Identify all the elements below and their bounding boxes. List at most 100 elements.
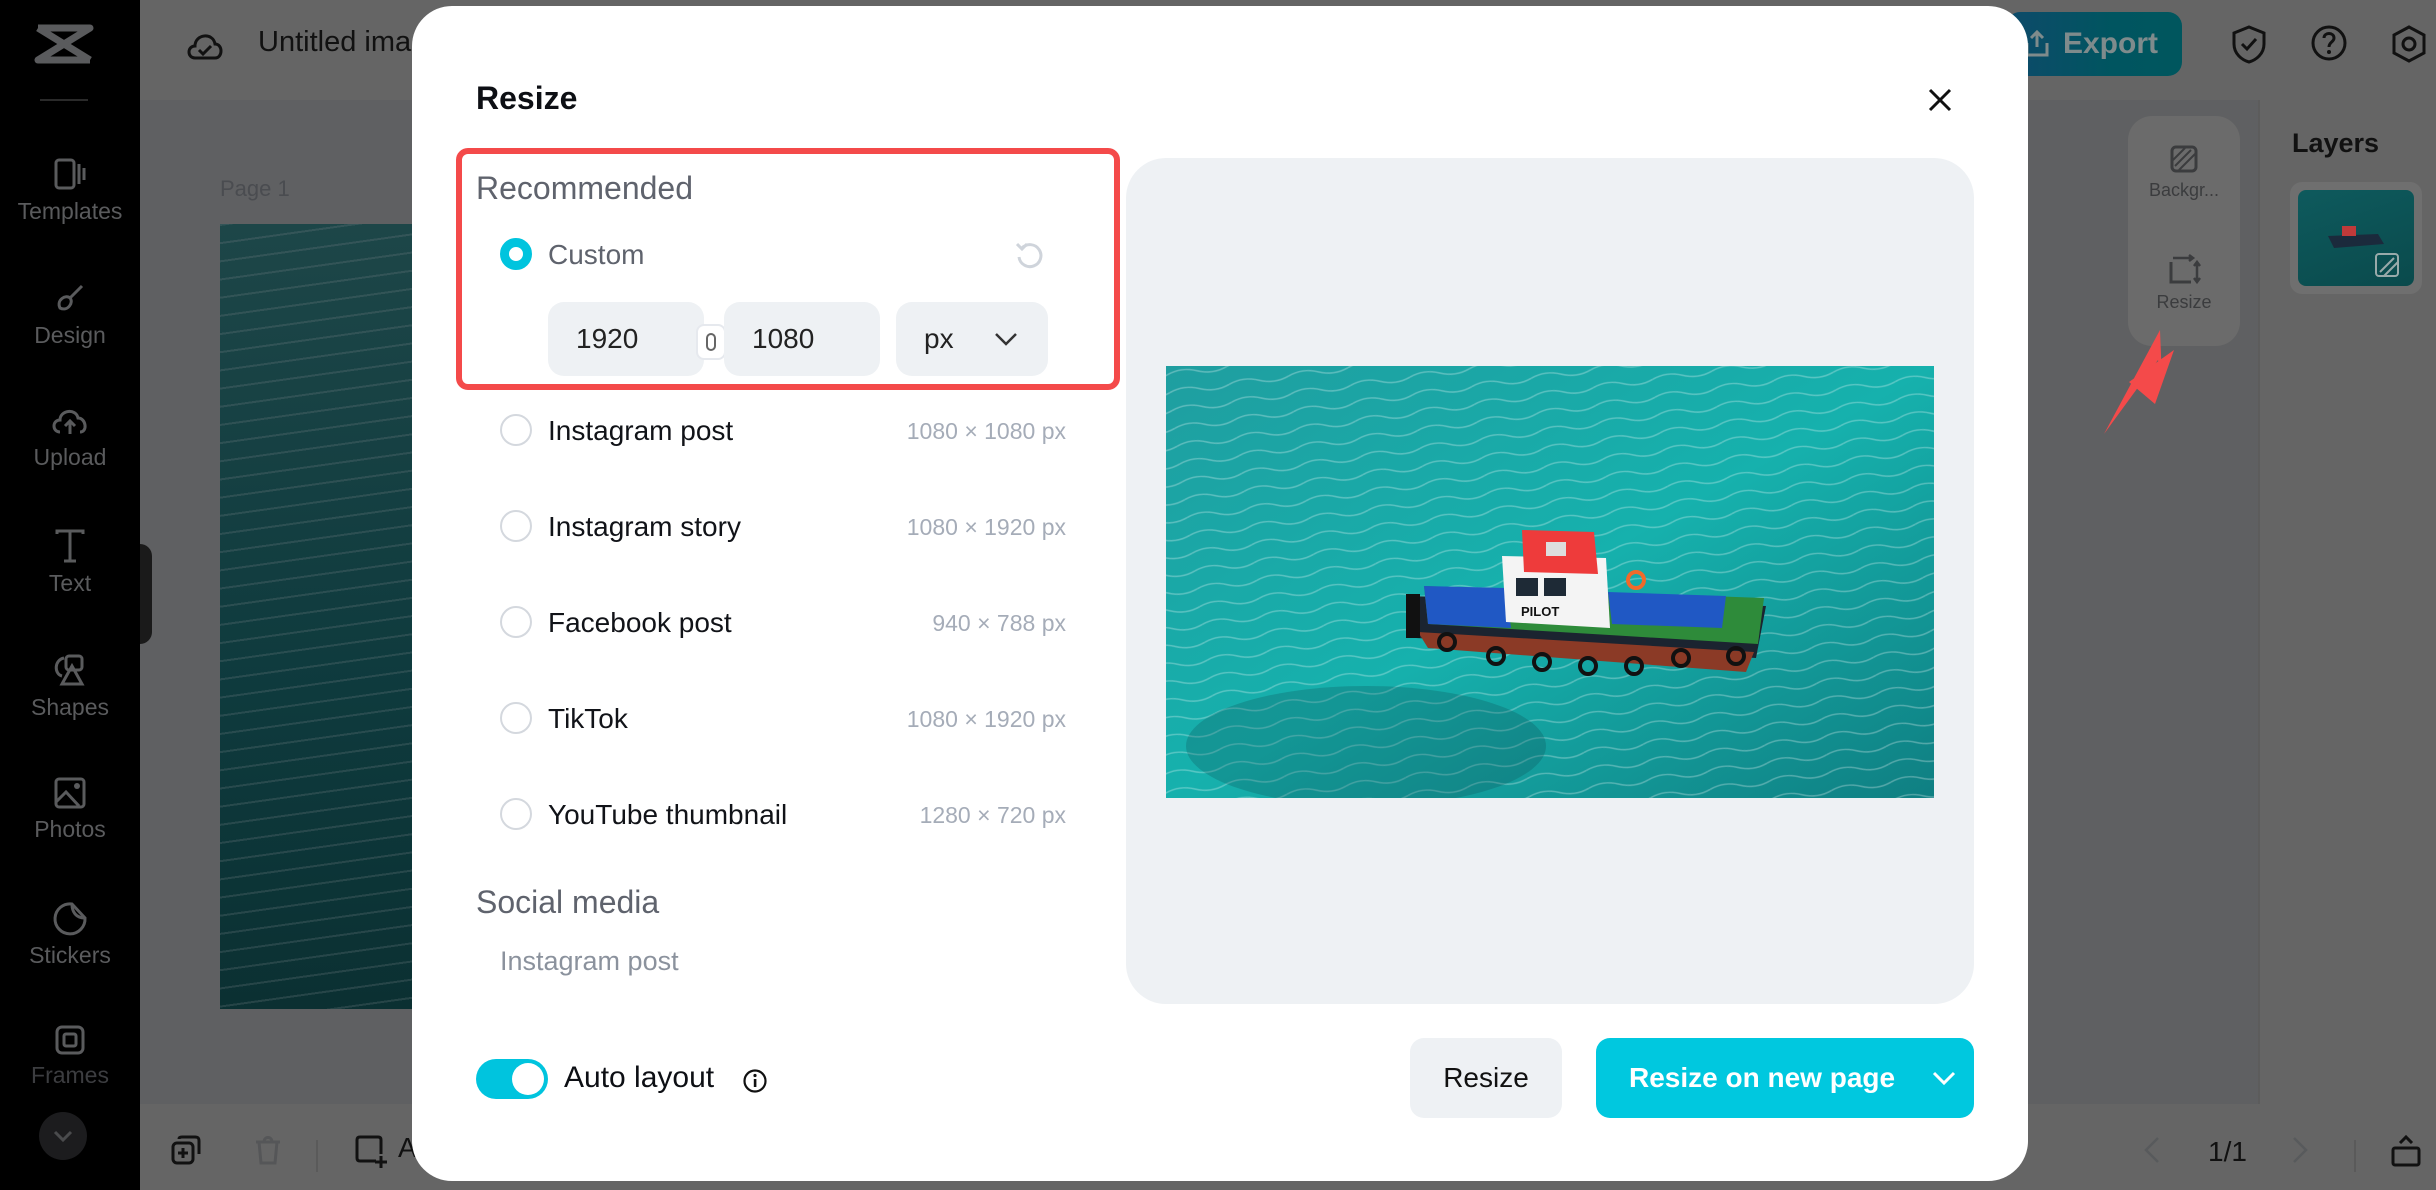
sidebar-item-label: Frames: [31, 1062, 109, 1088]
recommended-heading: Recommended: [476, 170, 693, 206]
resize-on-new-page-label: Resize on new page: [1629, 1062, 1896, 1093]
unit-select-value: px: [924, 323, 954, 354]
delete-page-icon[interactable]: [252, 1134, 284, 1166]
cloud-saved-icon: [187, 34, 223, 60]
sidebar-item-shapes[interactable]: Shapes: [0, 652, 140, 721]
page-label: Page 1: [220, 176, 290, 201]
info-icon[interactable]: [742, 1068, 768, 1094]
aspect-lock-button[interactable]: [696, 324, 726, 360]
duplicate-page-icon[interactable]: [170, 1134, 202, 1166]
rail-item-label: Backgr...: [2148, 180, 2220, 200]
preview-image: PILOT: [1166, 366, 1934, 798]
sidebar-item-label: Shapes: [30, 694, 109, 720]
rail-item-background[interactable]: Backgr...: [2128, 144, 2240, 201]
height-input[interactable]: [724, 302, 880, 376]
preset-size: 1280 × 720 px: [919, 802, 1066, 828]
page-counter: 1/1: [2208, 1136, 2247, 1167]
prev-page-icon[interactable]: [2142, 1134, 2162, 1166]
photos-icon: [54, 777, 86, 809]
layer-item[interactable]: [2290, 182, 2422, 294]
custom-radio[interactable]: [500, 238, 532, 270]
export-label: Export: [2062, 27, 2158, 60]
sidebar-item-label: Upload: [33, 444, 107, 470]
shapes-icon: [54, 654, 85, 686]
sidebar-item-label: Stickers: [29, 942, 111, 968]
preset-radio[interactable]: [500, 414, 532, 446]
auto-layout-toggle[interactable]: [476, 1059, 548, 1099]
boat-thumbnail-icon: [2328, 226, 2399, 277]
sidebar-item-design[interactable]: Design: [0, 280, 140, 349]
sidebar-item-label: Templates: [17, 198, 123, 224]
sidebar-item-label: Text: [48, 570, 92, 596]
preset-size: 940 × 788 px: [932, 610, 1066, 636]
layer-thumbnail: [2298, 190, 2414, 286]
sidebar-item-photos[interactable]: Photos: [0, 776, 140, 843]
preset-radio[interactable]: [500, 702, 532, 734]
resize-icon: [2169, 254, 2201, 285]
preset-label[interactable]: Facebook post: [548, 607, 732, 639]
document-title[interactable]: Untitled ima: [258, 26, 411, 59]
sidebar-collapse-handle[interactable]: [140, 544, 152, 644]
close-icon: [1928, 88, 1952, 112]
page-manager-icon[interactable]: [2390, 1134, 2422, 1168]
help-icon[interactable]: [2310, 24, 2348, 62]
preset-label[interactable]: Instagram story: [548, 511, 741, 543]
sidebar-item-templates[interactable]: Templates: [0, 156, 140, 225]
chevron-down-icon: [995, 333, 1017, 346]
custom-label[interactable]: Custom: [548, 239, 644, 271]
sidebar-divider: [40, 99, 88, 101]
sidebar-item-frames[interactable]: Frames: [0, 1024, 140, 1089]
preset-size: 1080 × 1080 px: [906, 418, 1066, 444]
sidebar-item-text[interactable]: Text: [0, 528, 140, 597]
add-page-icon[interactable]: [354, 1134, 388, 1168]
boat-label-text: PILOT: [1521, 604, 1559, 619]
layers-panel: Layers: [2258, 100, 2436, 1104]
social-media-item[interactable]: Instagram post: [500, 946, 679, 977]
preset-size: 1080 × 1920 px: [906, 706, 1066, 732]
rail-item-resize[interactable]: Resize: [2128, 254, 2240, 313]
close-button[interactable]: [1912, 72, 1968, 128]
preset-label[interactable]: Instagram post: [548, 415, 733, 447]
sidebar-item-upload[interactable]: Upload: [0, 404, 140, 471]
toolbar-divider: [2354, 1140, 2356, 1172]
chevron-down-icon: [1932, 1071, 1956, 1085]
unit-select[interactable]: px: [896, 302, 1048, 376]
background-icon: [2170, 145, 2198, 173]
resize-on-new-page-button[interactable]: Resize on new page: [1596, 1038, 1974, 1118]
left-sidebar: Templates Design Upload Text Shapes Phot…: [0, 0, 140, 1190]
export-button[interactable]: Export: [2006, 12, 2182, 76]
sidebar-item-label: Design: [34, 322, 106, 348]
right-tool-rail: Backgr... Resize: [2128, 116, 2240, 346]
auto-layout-label: Auto layout: [564, 1061, 715, 1094]
sidebar-item-label: Photos: [34, 816, 106, 842]
link-icon: [706, 333, 716, 351]
capcut-logo-icon: [34, 24, 94, 64]
settings-icon[interactable]: [2390, 24, 2428, 64]
preset-size: 1080 × 1920 px: [906, 514, 1066, 540]
social-media-heading: Social media: [476, 884, 660, 920]
boat-photo-icon: PILOT: [1166, 366, 1934, 798]
dialog-title: Resize: [476, 80, 578, 116]
annotation-arrow-icon: [2104, 330, 2174, 434]
preset-radio[interactable]: [500, 606, 532, 638]
stickers-icon: [53, 902, 87, 936]
resize-preview: PILOT: [1126, 158, 1974, 1004]
app-root: Templates Design Upload Text Shapes Phot…: [0, 0, 2436, 1190]
width-input[interactable]: [548, 302, 704, 376]
design-icon: [57, 284, 84, 311]
preset-radio[interactable]: [500, 798, 532, 830]
preset-radio[interactable]: [500, 510, 532, 542]
resize-button[interactable]: Resize: [1410, 1038, 1562, 1118]
sidebar-item-stickers[interactable]: Stickers: [0, 900, 140, 969]
next-page-icon[interactable]: [2290, 1134, 2310, 1166]
upload-icon: [52, 410, 87, 434]
frames-icon: [55, 1025, 85, 1055]
shield-check-icon[interactable]: [2230, 24, 2268, 64]
resize-options-dropdown[interactable]: [1928, 1062, 1960, 1094]
preset-label[interactable]: TikTok: [548, 703, 628, 735]
chevron-down-icon: [53, 1130, 73, 1143]
preset-label[interactable]: YouTube thumbnail: [548, 799, 787, 831]
reset-icon[interactable]: [1014, 240, 1044, 270]
sidebar-more-button[interactable]: [39, 1112, 87, 1160]
layers-title: Layers: [2292, 128, 2380, 158]
